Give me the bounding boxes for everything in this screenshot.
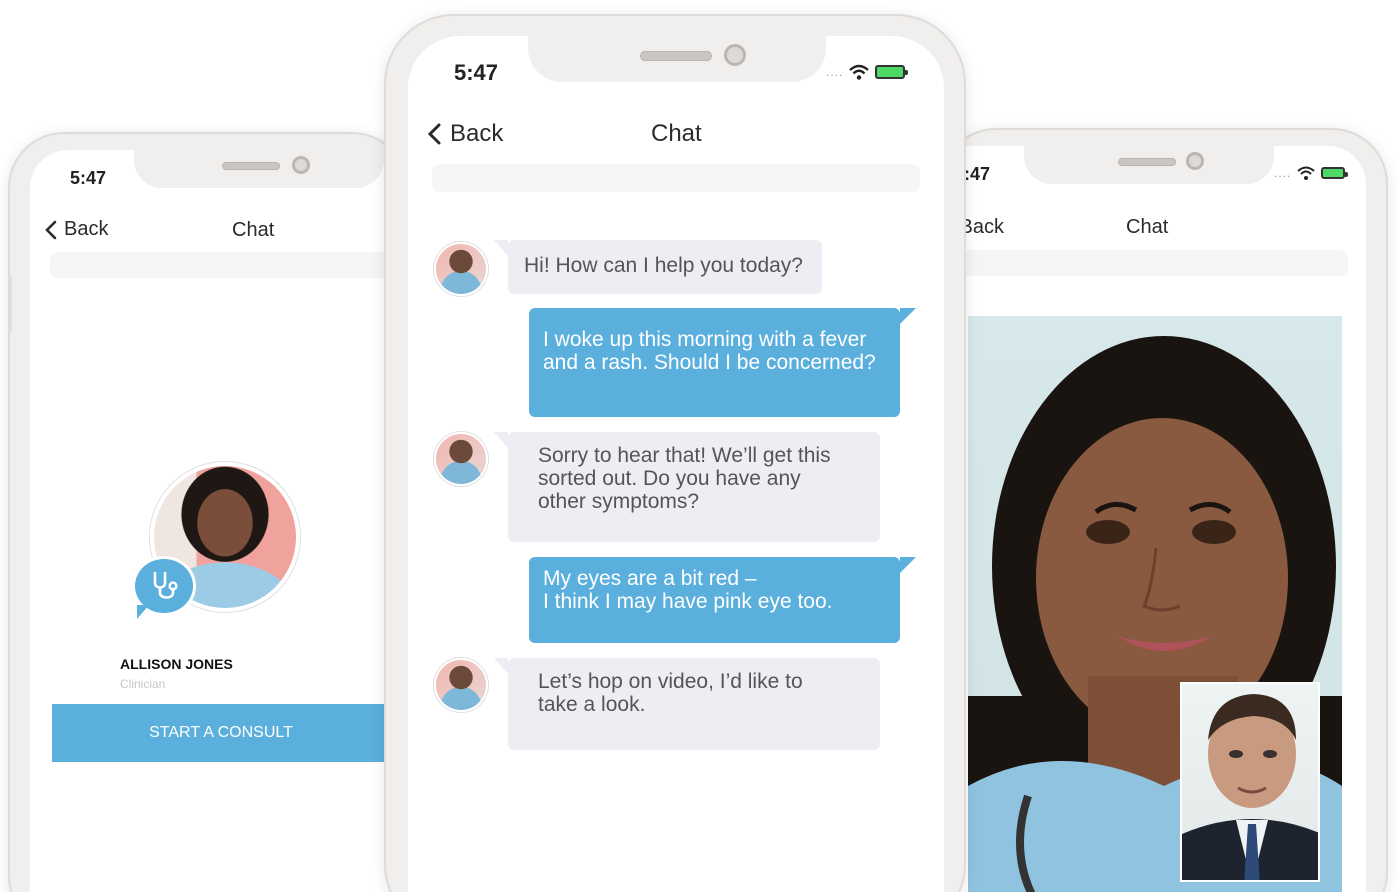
center-phone-camera	[724, 44, 746, 66]
status-icons: ....	[826, 64, 909, 80]
page-title: Chat	[651, 120, 702, 147]
left-phone-side-button	[10, 274, 12, 334]
center-phone-screen: 5:47 .... Back Chat Hi! How can I help y…	[408, 36, 944, 892]
chevron-left-icon	[45, 220, 57, 239]
message-text: sorted out. Do you have any	[538, 467, 801, 490]
left-phone: 5:47 Back Chat ALLISON JONES Clinician S…	[8, 132, 408, 892]
message-bubble-incoming: Sorry to hear that! We’ll get this sorte…	[494, 432, 880, 542]
battery-charging-icon	[875, 65, 909, 79]
patient-video-image	[1182, 694, 1318, 880]
signal-dots: ....	[1274, 166, 1292, 180]
right-phone-speaker	[1118, 158, 1176, 166]
clinician-avatar	[434, 432, 488, 486]
back-button[interactable]: Back	[426, 120, 503, 148]
clinician-avatar	[434, 658, 488, 712]
message-bubble-incoming: Hi! How can I help you today?	[494, 240, 822, 294]
consult-badge[interactable]	[132, 556, 196, 619]
right-phone-camera	[1186, 152, 1204, 170]
message-text: other symptoms?	[538, 490, 700, 513]
left-phone-camera	[292, 156, 310, 174]
search-strip	[50, 252, 406, 278]
message-text: and a rash. Should I be concerned?	[543, 351, 876, 374]
status-time: 5:47	[70, 168, 107, 188]
center-phone-speaker	[640, 51, 712, 61]
right-phone-side-button	[1386, 350, 1388, 430]
message-text: Sorry to hear that! We’ll get this	[538, 444, 831, 467]
chevron-left-icon	[427, 123, 441, 145]
search-strip	[942, 250, 1348, 276]
message-text: take a look.	[538, 693, 646, 716]
profile-name: ALLISON JONES	[120, 656, 233, 672]
message-bubble-outgoing: My eyes are a bit red – I think I may ha…	[529, 557, 916, 643]
page-title: Chat	[232, 219, 275, 241]
message-text: My eyes are a bit red –	[543, 567, 757, 590]
clinician-avatar	[434, 242, 488, 296]
start-consult-button[interactable]: START A CONSULT	[52, 704, 406, 762]
left-phone-screen: 5:47 Back Chat ALLISON JONES Clinician S…	[30, 150, 406, 892]
back-button[interactable]: Back	[44, 218, 108, 241]
status-icons: ....	[1274, 166, 1349, 180]
wifi-icon	[1297, 166, 1316, 180]
right-phone: 5:47 .... Back Chat	[940, 128, 1388, 892]
message-text: Let’s hop on video, I’d like to	[538, 670, 803, 693]
wifi-icon	[849, 64, 870, 80]
message-bubble-incoming: Let’s hop on video, I’d like to take a l…	[494, 658, 880, 750]
start-consult-label: START A CONSULT	[149, 724, 293, 741]
patient-video-pip	[1180, 682, 1320, 882]
status-time: 5:47	[454, 60, 499, 85]
right-phone-screen: 5:47 .... Back Chat	[942, 146, 1366, 892]
stethoscope-icon	[153, 571, 178, 599]
signal-dots: ....	[826, 65, 844, 79]
back-label: Back	[959, 216, 1004, 238]
profile-role: Clinician	[120, 677, 166, 691]
center-phone: 5:47 .... Back Chat Hi! How can I help y…	[384, 14, 966, 892]
message-text: I think I may have pink eye too.	[543, 590, 833, 613]
message-text: I woke up this morning with a fever	[543, 328, 867, 351]
search-strip	[432, 164, 920, 192]
battery-charging-icon	[1321, 167, 1349, 179]
page-title: Chat	[1126, 216, 1169, 238]
back-label: Back	[450, 120, 504, 147]
message-text: Hi! How can I help you today?	[524, 254, 803, 277]
message-bubble-outgoing: I woke up this morning with a fever and …	[529, 308, 916, 417]
left-phone-speaker	[222, 162, 280, 170]
back-label: Back	[64, 218, 109, 240]
